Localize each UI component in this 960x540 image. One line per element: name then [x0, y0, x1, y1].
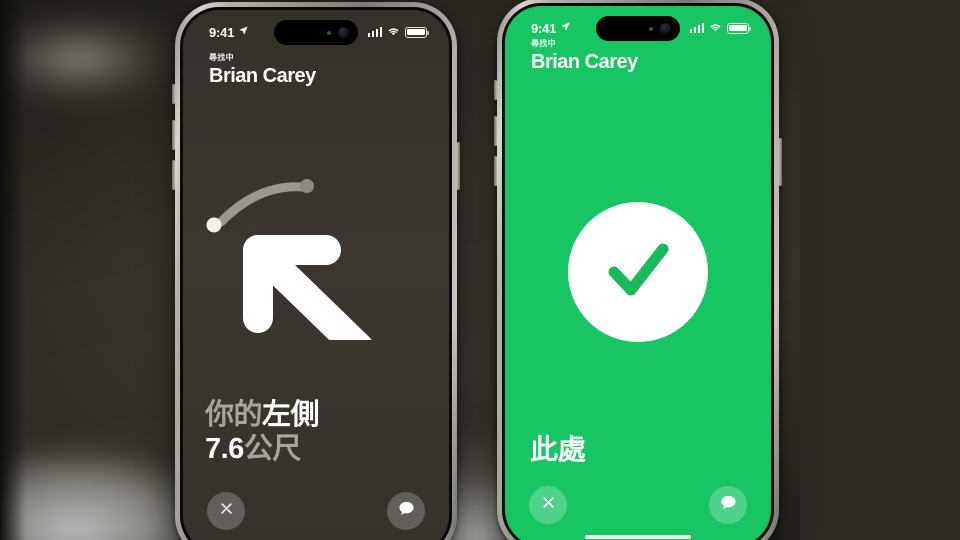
screen-left-navigating: 9:41 尋找中 Brian Carey 你的左側 7.6公尺 [183, 10, 449, 540]
location-arrow-icon [238, 23, 249, 41]
checkmark-circle [568, 202, 708, 342]
close-button[interactable] [207, 492, 245, 530]
background-left-shadow [0, 0, 26, 540]
action-bar-right [505, 486, 771, 524]
arrow-glyph [243, 235, 374, 363]
phone-bezel-right: 9:41 尋找中 Brian Carey 此處 [502, 3, 774, 540]
cellular-signal-icon [367, 27, 382, 37]
direction-emphasis: 左側 [262, 398, 320, 431]
close-button[interactable] [529, 486, 567, 524]
checkmark-icon [592, 224, 684, 321]
direction-prefix: 你的 [205, 398, 263, 431]
status-label: 尋找中 [209, 53, 234, 62]
volume-down-button[interactable] [172, 160, 175, 190]
status-bar-left-group: 9:41 [209, 23, 249, 41]
screenshot-stage: 9:41 尋找中 Brian Carey 你的左側 7.6公尺 9:41 尋找中… [0, 0, 960, 540]
phone-device-right: 9:41 尋找中 Brian Carey 此處 [494, 0, 782, 540]
arrived-label: 此處 [530, 434, 586, 465]
close-x-icon [219, 501, 234, 521]
location-arrow-icon [560, 19, 571, 37]
wifi-icon [709, 19, 722, 37]
guidance-arc-icon [206, 179, 314, 233]
front-camera-icon [660, 23, 671, 34]
power-button[interactable] [457, 142, 460, 190]
action-button[interactable] [494, 80, 497, 100]
contact-name: Brian Carey [209, 65, 316, 87]
camera-indicator-dot [649, 26, 653, 31]
power-button[interactable] [779, 138, 782, 186]
dynamic-island-left [274, 20, 358, 45]
cellular-signal-icon [689, 23, 704, 33]
screen-right-arrived: 9:41 尋找中 Brian Carey 此處 [505, 6, 771, 540]
action-bar-left [183, 492, 449, 530]
message-button[interactable] [709, 486, 747, 524]
camera-indicator-dot [327, 30, 331, 35]
phone-bezel-left: 9:41 尋找中 Brian Carey 你的左側 7.6公尺 [180, 7, 452, 540]
contact-name: Brian Carey [531, 51, 638, 73]
arrived-indicator [568, 202, 708, 342]
message-bubble-icon [397, 499, 416, 523]
battery-full-icon [727, 22, 751, 34]
front-camera-icon [338, 27, 349, 38]
action-button[interactable] [172, 84, 175, 104]
background-right-band [800, 0, 960, 540]
dynamic-island-right [596, 16, 680, 41]
direction-indicator [183, 160, 449, 363]
direction-text: 你的左側 [205, 398, 320, 432]
distance-unit: 公尺 [243, 432, 302, 465]
distance-readout: 你的左側 7.6公尺 [205, 398, 320, 466]
close-x-icon [541, 495, 556, 515]
distance-value-row: 7.6公尺 [205, 432, 319, 466]
message-button[interactable] [387, 492, 425, 530]
status-bar-right-group [367, 23, 429, 41]
status-bar-left-group: 9:41 [531, 19, 571, 37]
wifi-icon [387, 23, 400, 41]
volume-up-button[interactable] [172, 120, 175, 150]
status-bar-right-group [689, 19, 751, 37]
status-time: 9:41 [209, 24, 235, 40]
phone-device-left: 9:41 尋找中 Brian Carey 你的左側 7.6公尺 [172, 2, 460, 540]
volume-down-button[interactable] [494, 156, 497, 186]
battery-full-icon [405, 26, 429, 38]
distance-value: 7.6 [205, 432, 244, 465]
volume-up-button[interactable] [494, 116, 497, 146]
header-left: 尋找中 Brian Carey [209, 52, 429, 88]
message-bubble-icon [719, 493, 738, 517]
home-indicator-right[interactable] [585, 535, 691, 539]
direction-arrow-up-left-icon [206, 179, 374, 363]
status-time: 9:41 [531, 20, 557, 36]
